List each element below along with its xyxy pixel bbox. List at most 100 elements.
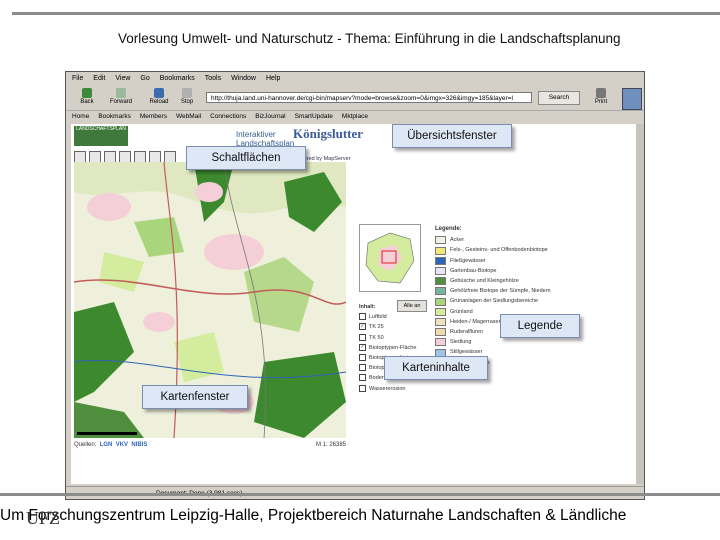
layer-checkbox[interactable] [359,354,366,362]
menu-view[interactable]: View [115,75,130,82]
layer-label: Biotoptypen-Fläche [369,344,417,351]
vertical-scrollbar[interactable] [636,124,644,484]
layer-checkbox[interactable] [359,374,366,382]
menu-go[interactable]: Go [140,75,149,82]
legend-label: Gebüsche und Kleingehölze [450,278,519,285]
legend-swatch [435,256,446,265]
layer-item[interactable]: Wassererosion [359,384,416,394]
legend-item: Gebüsche und Kleingehölze [435,276,551,286]
legend-label: Fließgewässer [450,257,486,264]
layer-label: Wassererosion [369,385,406,392]
url-field[interactable]: http://thuja.land.uni-hannover.de/cgi-bi… [206,92,532,103]
overview-graphic [365,232,415,284]
source-lgn: LGN [99,442,113,448]
menu-file[interactable]: File [72,75,83,82]
legend-item: Gartenbau-Biotope [435,266,551,276]
legend-title: Legende: [435,226,462,232]
layer-label: TK 50 [369,334,384,341]
callout-schaltflaechen: Schaltflächen [186,146,306,170]
legend-swatch [435,266,446,275]
legend-swatch [435,277,446,286]
layer-label: TK 25 [369,324,384,331]
personal-home[interactable]: Home [72,113,89,120]
personal-toolbar: Home Bookmarks Members WebMail Connections Bi… [66,110,644,123]
menu-edit[interactable]: Edit [93,75,105,82]
layer-checkbox[interactable]: ✓ [359,343,366,351]
legend-swatch [435,317,446,326]
reload-button[interactable]: Reload [144,87,174,109]
menu-tools[interactable]: Tools [205,75,221,82]
personal-connections[interactable]: Connections [210,113,246,120]
legend-item: Fließgewässer [435,256,551,266]
legend-item: Acker [435,235,551,245]
stop-button[interactable]: Stop [172,87,202,109]
map-toolbar [74,150,179,163]
legend-label: Gartenbau-Biotope [450,267,497,274]
personal-bookmarks[interactable]: Bookmarks [98,113,131,120]
navigation-toolbar: Back Forward Reload Stop http://thuja.la… [66,86,644,110]
personal-members[interactable]: Members [140,113,167,120]
forward-button[interactable]: Forward [106,87,136,109]
layer-checkbox[interactable] [359,313,366,321]
layer-checkbox[interactable] [359,333,366,341]
layer-checkbox[interactable] [359,364,366,372]
source-nibis: NIBIS [131,442,148,448]
legend-label: Grünanlagen der Siedlungsbereiche [450,298,539,305]
back-button[interactable]: Back [72,87,102,109]
menu-window[interactable]: Window [231,75,256,82]
legend-swatch [435,287,446,296]
legend-swatch [435,328,446,337]
callout-kartenfenster: Kartenfenster [142,385,248,409]
legend-panel: Legende: Acker Fels-, Gesteins- und Offen… [435,224,551,378]
slide-title: Vorlesung Umwelt- und Naturschutz - Them… [118,31,621,46]
legend-item: Gehölzfreie Biotope der Sümpfe, Niedern [435,286,551,296]
map-scale-readout: M 1: 26385 [316,442,347,448]
stop-icon [182,88,192,98]
landschaftsplan-logo: LANDSCHAFTSPLAN [74,126,128,146]
legend-swatch [435,246,446,255]
sources-line: Quellen: LGN VKV NIBIS [74,442,148,448]
source-vkv: VKV [115,442,129,448]
search-button[interactable]: Search [538,91,580,105]
personal-smartupdate[interactable]: SmartUpdate [295,113,333,120]
legend-label: Heiden-/ Magerrasen [450,318,502,325]
layer-item[interactable]: ✓ Biotoptypen-Fläche [359,343,416,353]
layer-item[interactable]: TK 50 [359,333,416,343]
layer-label: Luftbild [369,314,387,321]
forward-arrow-icon [116,88,126,98]
back-arrow-icon [82,88,92,98]
legend-label: Siedlung [450,339,472,346]
menu-bookmarks[interactable]: Bookmarks [160,75,195,82]
legend-label: Acker [450,237,465,244]
scale-bar [77,432,137,435]
all-layers-button[interactable]: Alle an [397,300,427,312]
ufz-logo: UFZ [26,508,61,528]
legend-item: Grünanlagen der Siedlungsbereiche [435,296,551,306]
legend-swatch [435,338,446,347]
throbber-icon [622,88,642,110]
bottom-rule [0,493,720,496]
legend-label: Ruderalfluren [450,329,484,336]
personal-mktplace[interactable]: Mktplace [342,113,368,120]
layer-checkbox[interactable] [359,384,366,392]
layer-checkbox[interactable]: ✓ [359,323,366,331]
printer-icon [596,88,606,98]
legend-swatch [435,307,446,316]
personal-bizjournal[interactable]: BizJournal [255,113,285,120]
slide-footer: Um Forschungszentrum Leipzig-Halle, Proj… [0,507,627,524]
page-viewport: LANDSCHAFTSPLAN Interaktiver Landschafts… [71,124,636,484]
personal-webmail[interactable]: WebMail [176,113,201,120]
top-rule [12,12,720,15]
callout-karteninhalte: Karteninhalte [384,356,488,380]
callout-legende: Legende [500,314,580,338]
menu-bar: File Edit View Go Bookmarks Tools Window Help [66,72,644,86]
city-logo: Königslutter [293,126,364,141]
legend-label: Fels-, Gesteins- und Offenbodenbiotope [450,247,548,254]
menu-help[interactable]: Help [266,75,280,82]
print-button[interactable]: Print [586,87,616,109]
overview-map[interactable] [359,224,421,292]
layer-item[interactable]: Luftbild [359,312,416,322]
legend-item: Fels-, Gesteins- und Offenbodenbiotope [435,245,551,255]
legend-label: Grünland [450,308,473,315]
layer-item[interactable]: ✓ TK 25 [359,322,416,332]
